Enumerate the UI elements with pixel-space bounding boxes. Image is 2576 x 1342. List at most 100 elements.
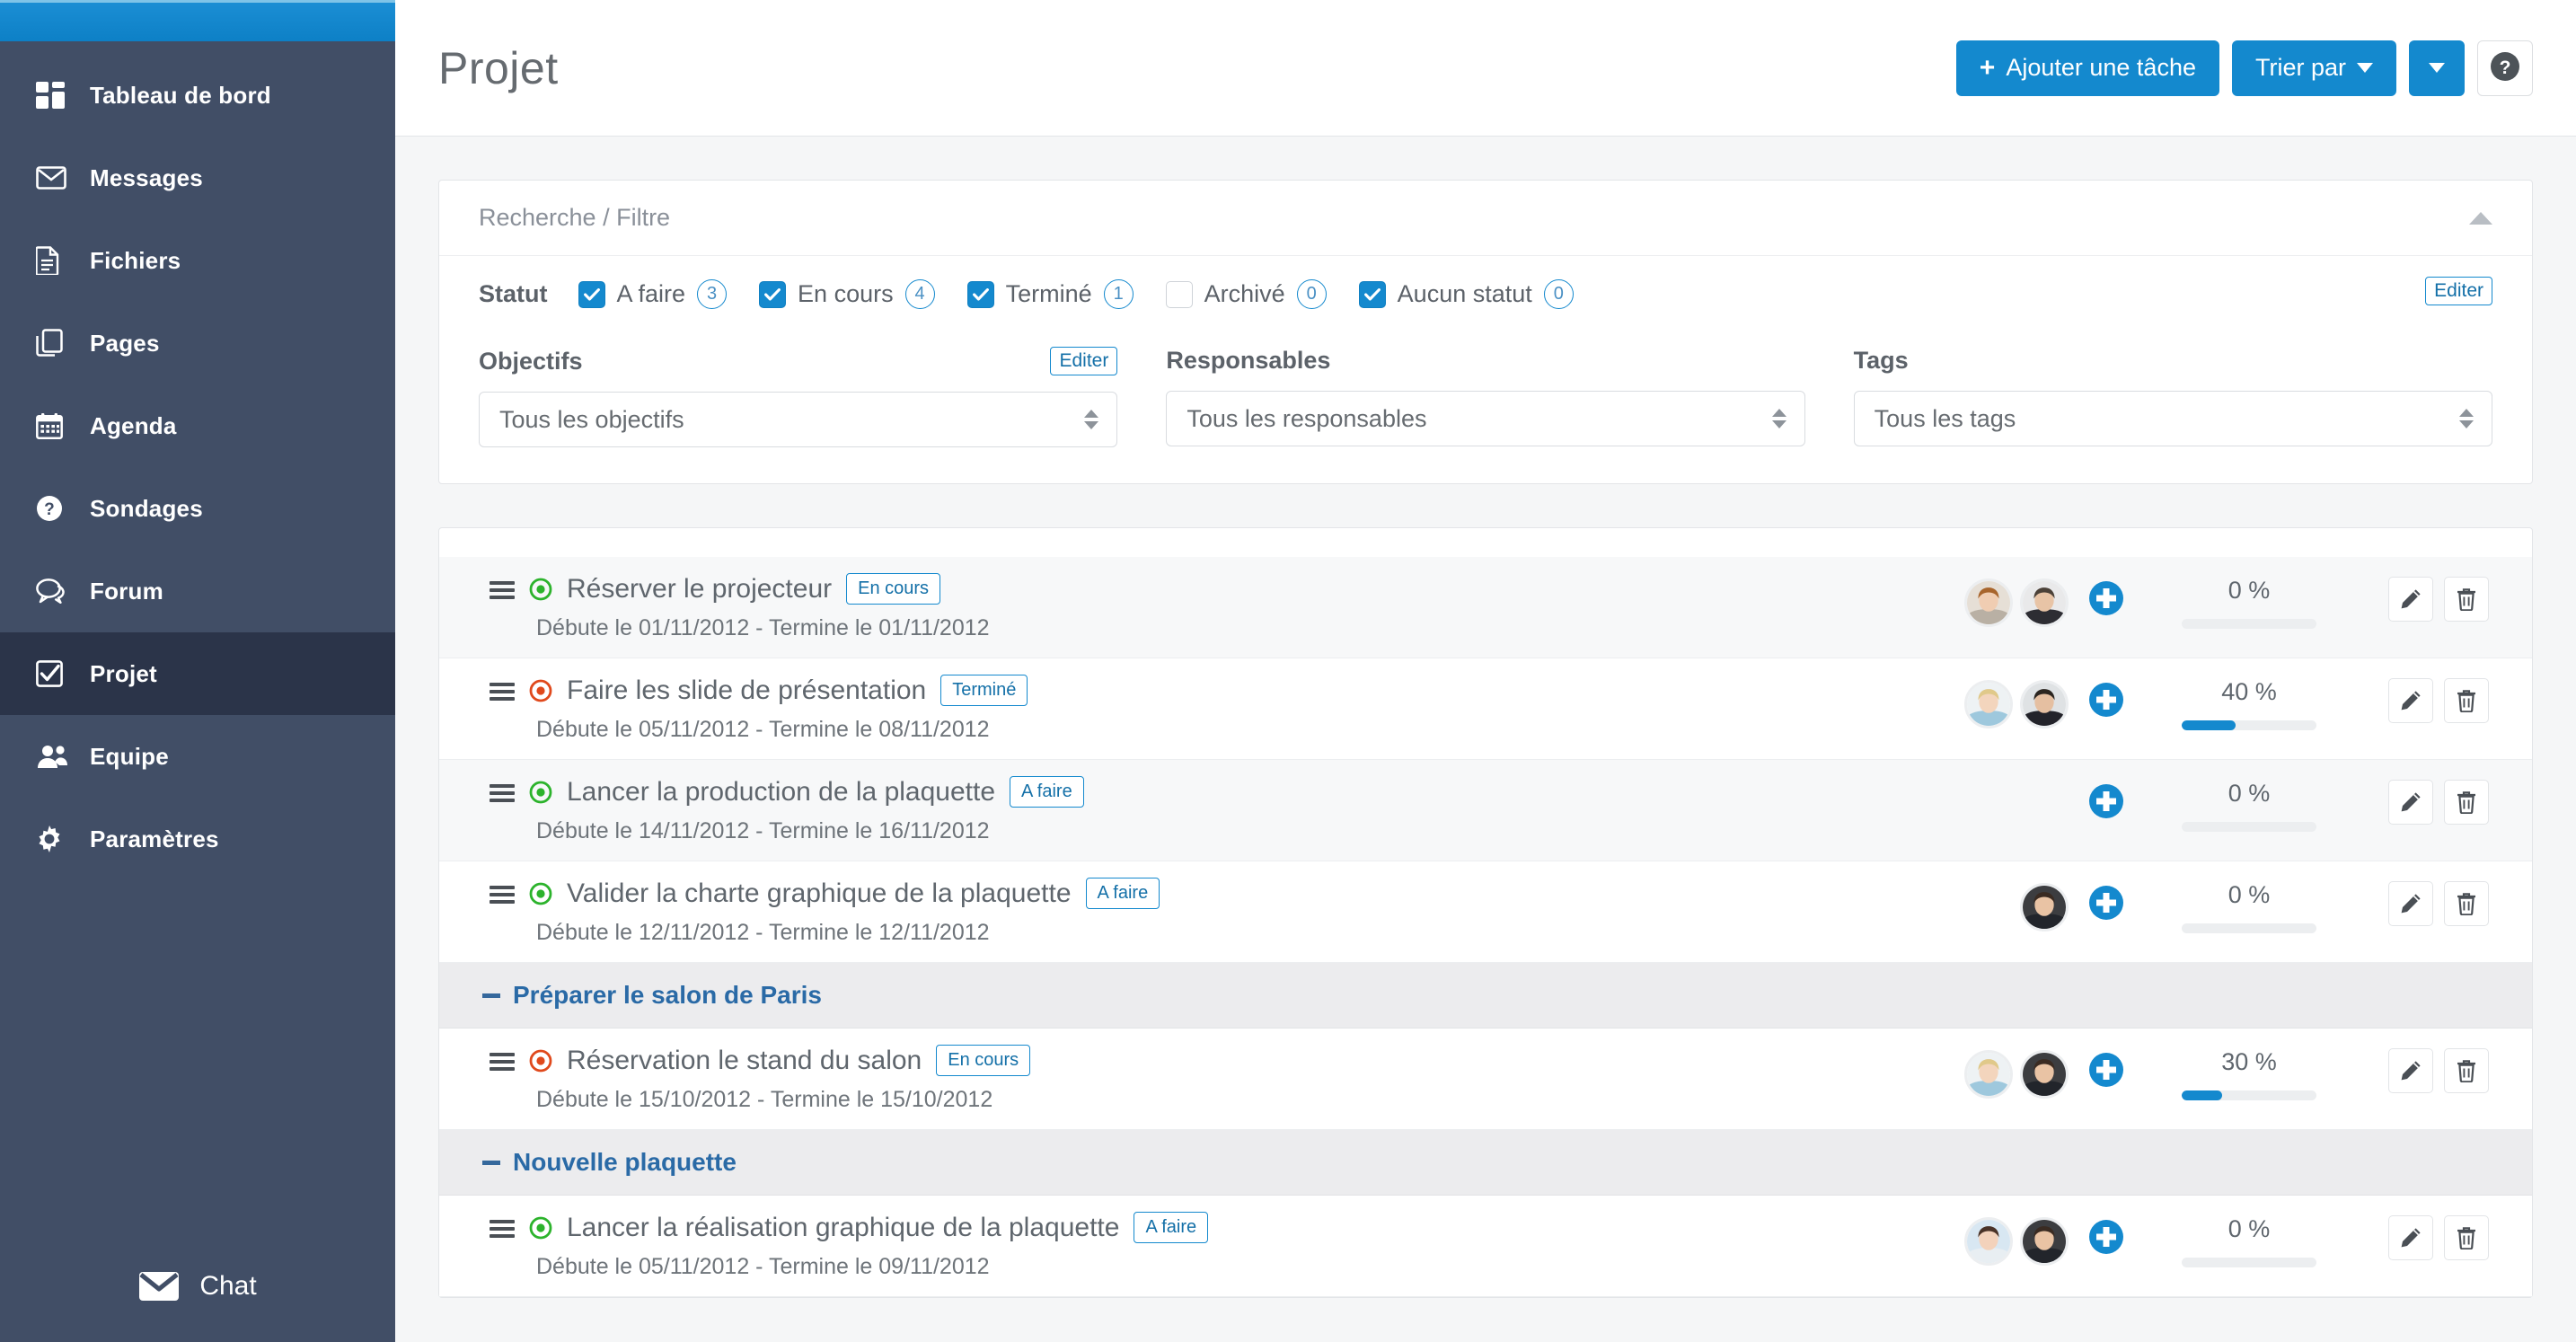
task-status-badge[interactable]: Terminé [940,675,1028,706]
status-count-badge: 4 [904,279,935,309]
edit-task-button[interactable] [2388,881,2433,926]
edit-task-button[interactable] [2388,780,2433,825]
sidebar-item-sondages[interactable]: ? Sondages [0,467,395,550]
filter-column-objectifs: Objectifs Editer Tous les objectifs [479,347,1118,447]
task-status-badge[interactable]: En cours [846,573,941,605]
checkbox-checked-icon[interactable] [966,280,994,308]
task-progress: 0 % [2146,776,2352,832]
add-assignee-button[interactable] [2088,1045,2124,1088]
sort-by-button[interactable]: Trier par [2231,40,2396,96]
task-group-header[interactable]: Préparer le salon de Paris [439,963,2532,1029]
question-circle-icon: ? [2490,51,2520,84]
status-filter-termin[interactable]: Terminé 1 [966,279,1134,309]
sidebar-item-agenda[interactable]: Agenda [0,384,395,467]
status-filter-archiv[interactable]: Archivé 0 [1165,279,1327,309]
edit-task-button[interactable] [2388,577,2433,622]
task-status-badge[interactable]: A faire [1010,776,1084,808]
add-task-button[interactable]: + Ajouter une tâche [1955,40,2219,96]
avatar [2020,680,2069,728]
filter-label: Objectifs [479,347,583,375]
checkbox-checked-icon[interactable] [578,280,605,308]
drag-handle-icon[interactable] [490,883,515,905]
task-title[interactable]: Valider la charte graphique de la plaque… [567,878,1072,909]
delete-task-button[interactable] [2444,881,2489,926]
task-group-title[interactable]: Nouvelle plaquette [513,1148,737,1177]
chat-button[interactable]: Chat [0,1231,395,1342]
task-progress: 40 % [2146,675,2352,730]
checkbox-checked-icon[interactable] [1358,280,1386,308]
add-assignee-button[interactable] [2088,878,2124,921]
status-dot-icon[interactable] [529,882,552,905]
task-progress-bar [2182,1090,2316,1100]
task-group-header[interactable]: Nouvelle plaquette [439,1130,2532,1196]
edit-objectifs-button[interactable]: Editer [1050,347,1118,375]
status-filter-en-cours[interactable]: En cours 4 [759,279,935,309]
task-title[interactable]: Réservation le stand du salon [567,1046,922,1076]
checkbox-unchecked-icon[interactable] [1165,280,1193,308]
sidebar-item-pages[interactable]: Pages [0,302,395,384]
add-assignee-button[interactable] [2088,1212,2124,1255]
task-title[interactable]: Lancer la réalisation graphique de la pl… [567,1213,1119,1243]
sidebar-item-projet[interactable]: Projet [0,632,395,715]
more-options-button[interactable] [2409,40,2465,96]
task-progress-bar [2182,1258,2316,1267]
drag-handle-icon[interactable] [490,781,515,803]
task-status-badge[interactable]: En cours [936,1045,1031,1076]
task-status-badge[interactable]: A faire [1134,1212,1209,1243]
status-dot-icon[interactable] [529,1049,552,1073]
help-button[interactable]: ? [2477,40,2533,96]
collapse-minus-icon[interactable] [482,1160,500,1165]
add-task-label: Ajouter une tâche [2006,54,2196,81]
sidebar-item-fichiers[interactable]: Fichiers [0,219,395,302]
select-responsables[interactable]: Tous les responsables [1166,391,1805,446]
delete-task-button[interactable] [2444,780,2489,825]
edit-task-button[interactable] [2388,1048,2433,1093]
status-filter-label: A faire [616,280,686,307]
sidebar-item-messages[interactable]: Messages [0,137,395,219]
add-assignee-button[interactable] [2088,675,2124,718]
task-progress-bar [2182,822,2316,832]
status-dot-icon[interactable] [529,578,552,601]
edit-task-button[interactable] [2388,1215,2433,1260]
sidebar-item-param-tres[interactable]: Paramètres [0,798,395,880]
chevron-up-icon[interactable] [2469,211,2492,225]
status-filter-a-faire[interactable]: A faire 3 [578,279,728,309]
checkbox-checked-icon[interactable] [759,280,787,308]
edit-status-button[interactable]: Editer [2425,277,2492,305]
task-progress-percent: 40 % [2221,678,2277,705]
sidebar-item-forum[interactable]: Forum [0,550,395,632]
filter-header-objectifs: Objectifs Editer [479,347,1118,375]
sidebar-item-equipe[interactable]: Equipe [0,715,395,798]
task-dates: Débute le 05/11/2012 - Termine le 08/11/… [536,717,990,742]
filter-label: Responsables [1166,347,1331,374]
status-dot-icon[interactable] [529,781,552,804]
task-group-title[interactable]: Préparer le salon de Paris [513,981,822,1010]
delete-task-button[interactable] [2444,1048,2489,1093]
status-filter-label: En cours [798,280,894,307]
status-filter-aucun-statut[interactable]: Aucun statut 0 [1358,279,1574,309]
status-dot-icon[interactable] [529,679,552,702]
task-row-actions [2388,675,2489,723]
edit-task-button[interactable] [2388,678,2433,723]
filter-label: Tags [1853,347,1909,374]
drag-handle-icon[interactable] [490,680,515,702]
delete-task-button[interactable] [2444,577,2489,622]
filter-panel-header[interactable]: Recherche / Filtre [439,181,2532,256]
add-assignee-button[interactable] [2088,776,2124,819]
add-assignee-button[interactable] [2088,573,2124,616]
task-title[interactable]: Lancer la production de la plaquette [567,777,995,808]
collapse-minus-icon[interactable] [482,993,500,998]
select-objectifs[interactable]: Tous les objectifs [479,392,1118,447]
select-tags[interactable]: Tous les tags [1853,391,2492,446]
drag-handle-icon[interactable] [490,1217,515,1239]
sidebar-item-tableau-de-bord[interactable]: Tableau de bord [0,54,395,137]
task-progress: 0 % [2146,1212,2352,1267]
task-status-badge[interactable]: A faire [1085,878,1160,909]
task-title[interactable]: Réserver le projecteur [567,574,832,605]
delete-task-button[interactable] [2444,1215,2489,1260]
delete-task-button[interactable] [2444,678,2489,723]
status-dot-icon[interactable] [529,1216,552,1240]
task-title[interactable]: Faire les slide de présentation [567,675,926,706]
drag-handle-icon[interactable] [490,578,515,600]
drag-handle-icon[interactable] [490,1050,515,1072]
